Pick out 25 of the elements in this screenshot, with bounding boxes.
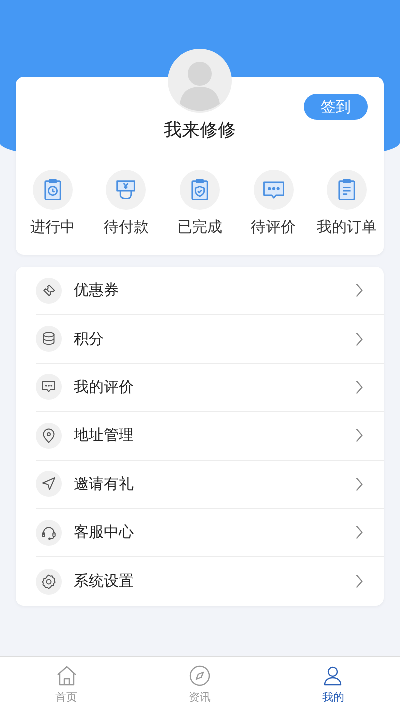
avatar-icon (168, 49, 232, 113)
menu-item[interactable]: 积分 (36, 315, 384, 364)
chevron-right-icon (355, 476, 364, 492)
order-status-item[interactable]: 进行中 (18, 170, 87, 237)
chevron-right-icon (355, 380, 364, 395)
order-status-item[interactable]: 已完成 (166, 170, 234, 237)
menu-item[interactable]: 优惠券 (36, 267, 384, 316)
order-status-item[interactable]: 待评价 (240, 170, 308, 237)
menu-item[interactable]: 客服中心 (36, 508, 384, 558)
order-status-item[interactable]: 待付款 (92, 170, 160, 237)
settings-icon (40, 572, 58, 591)
tab-item[interactable]: 我的 (298, 657, 368, 711)
compass-icon (188, 664, 212, 688)
order-status-item[interactable]: 我的订单 (313, 170, 382, 237)
user-name: 我来修修 (164, 119, 236, 142)
menu-item[interactable]: 邀请有礼 (36, 460, 384, 509)
menu-item[interactable]: 我的评价 (36, 364, 384, 412)
chevron-right-icon (355, 428, 364, 444)
chevron-right-icon (355, 283, 364, 298)
chevron-right-icon (355, 332, 364, 347)
send-icon (40, 475, 58, 494)
chevron-right-icon (355, 525, 364, 540)
menu-item[interactable]: 系统设置 (36, 557, 384, 606)
chevron-right-icon (355, 574, 364, 590)
menu-item[interactable]: 地址管理 (36, 412, 384, 461)
